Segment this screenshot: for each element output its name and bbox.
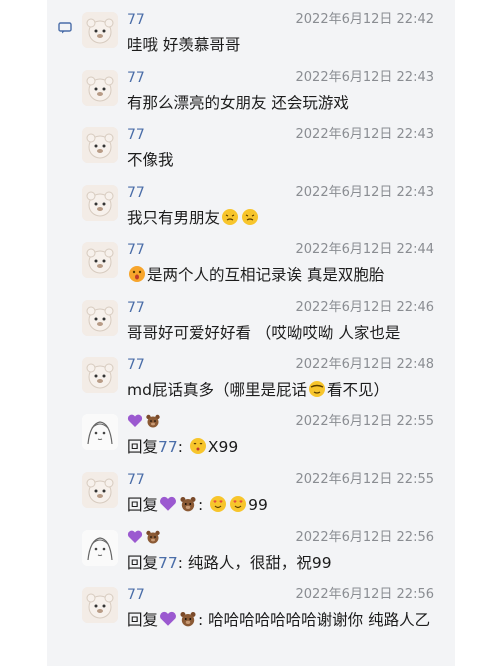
- bear-avatar-icon: [82, 472, 118, 508]
- message-text-part: : 哈哈哈哈哈哈哈谢谢你 纯路人乙: [198, 611, 431, 629]
- avatar[interactable]: [82, 530, 118, 566]
- avatar[interactable]: [82, 300, 118, 336]
- purple-heart-icon: [127, 530, 143, 543]
- message-text: 是两个人的互相记录诶 真是双胞胎: [127, 264, 435, 286]
- purple-heart-icon: [160, 496, 176, 511]
- message-text: 回复77: X99: [127, 436, 435, 458]
- message-text-part: X99: [207, 438, 239, 456]
- message-text: 有那么漂亮的女朋友 还会玩游戏: [127, 94, 349, 112]
- message-text-part: md屁话真多（哪里是屁话: [127, 381, 307, 399]
- heart-eyes-emoji-icon: [230, 496, 247, 512]
- timestamp: 2022年6月12日 22:42: [295, 12, 435, 27]
- tired-face-emoji-icon: [222, 209, 239, 225]
- message-text: 回复: 99: [127, 494, 435, 516]
- sender-name[interactable]: 77: [127, 127, 145, 143]
- kissing-face-emoji-icon: [189, 438, 206, 454]
- avatar[interactable]: [82, 70, 118, 106]
- bear-avatar-icon: [82, 70, 118, 106]
- bear-face-icon: [180, 497, 196, 512]
- sender-name[interactable]: 77: [127, 300, 145, 316]
- heart-eyes-emoji-icon: [210, 496, 227, 512]
- timestamp: 2022年6月12日 22:55: [295, 414, 435, 429]
- timestamp: 2022年6月12日 22:48: [295, 357, 435, 372]
- bear-avatar-icon: [82, 357, 118, 393]
- avatar[interactable]: [82, 242, 118, 278]
- purple-heart-icon: [127, 414, 143, 427]
- bear-face-icon: [146, 414, 160, 428]
- timestamp: 2022年6月12日 22:46: [295, 300, 435, 315]
- avatar[interactable]: [82, 587, 118, 623]
- bear-face-icon: [146, 530, 160, 544]
- tired-face-emoji-icon: [242, 209, 259, 225]
- sender-name[interactable]: 77: [127, 357, 145, 373]
- message-text-part: :: [198, 496, 209, 514]
- message-text-part: : 纯路人，很甜，祝99: [177, 554, 332, 572]
- sender-name[interactable]: 77: [127, 472, 145, 488]
- shocked-face-emoji-icon: [129, 266, 145, 282]
- reply-prefix: 回复: [127, 496, 159, 514]
- anime-sketch-avatar-icon: [82, 530, 118, 566]
- avatar[interactable]: [82, 127, 118, 163]
- timestamp: 2022年6月12日 22:44: [295, 242, 435, 257]
- message-text: md屁话真多（哪里是屁话 看不见）: [127, 379, 435, 401]
- sender-name[interactable]: 77: [127, 242, 145, 258]
- message-text: 我只有男朋友: [127, 207, 435, 229]
- reply-prefix: 回复: [127, 554, 159, 572]
- bear-avatar-icon: [82, 300, 118, 336]
- avatar[interactable]: [82, 357, 118, 393]
- message-text: 不像我: [127, 151, 174, 169]
- covering-eyes-emoji-icon: [308, 381, 325, 397]
- message-text: 哇哦 好羡慕哥哥: [127, 36, 241, 54]
- mention-link[interactable]: 77: [158, 554, 178, 572]
- avatar[interactable]: [82, 414, 118, 450]
- sender-name[interactable]: 77: [127, 185, 145, 201]
- sender-badges: [127, 530, 163, 546]
- bear-avatar-icon: [82, 242, 118, 278]
- comment-icon[interactable]: [58, 22, 72, 34]
- message-text: 哥哥好可爱好好看 （哎呦哎呦 人家也是: [127, 324, 401, 342]
- bear-avatar-icon: [82, 12, 118, 48]
- bear-avatar-icon: [82, 185, 118, 221]
- reply-prefix: 回复: [127, 438, 159, 456]
- purple-heart-icon: [160, 611, 176, 626]
- timestamp: 2022年6月12日 22:56: [295, 530, 435, 545]
- avatar[interactable]: [82, 472, 118, 508]
- bear-avatar-icon: [82, 127, 118, 163]
- timestamp: 2022年6月12日 22:43: [295, 185, 435, 200]
- message-text-part: 99: [248, 496, 268, 514]
- message-text-part: 是两个人的互相记录诶 真是双胞胎: [147, 266, 385, 284]
- anime-sketch-avatar-icon: [82, 414, 118, 450]
- sender-name[interactable]: 77: [127, 12, 145, 28]
- bear-avatar-icon: [82, 587, 118, 623]
- reply-prefix: 回复: [127, 611, 159, 629]
- sender-name[interactable]: 77: [127, 70, 145, 86]
- timestamp: 2022年6月12日 22:43: [295, 127, 435, 142]
- timestamp: 2022年6月12日 22:43: [295, 70, 435, 85]
- bear-face-icon: [180, 612, 196, 627]
- message-text: 回复77: 纯路人，很甜，祝99: [127, 552, 435, 574]
- avatar[interactable]: [82, 12, 118, 48]
- timestamp: 2022年6月12日 22:55: [295, 472, 435, 487]
- message-text-part: :: [177, 438, 188, 456]
- mention-link[interactable]: 77: [158, 438, 178, 456]
- message-text-part: 看不见）: [326, 381, 389, 399]
- sender-badges: [127, 414, 163, 430]
- timestamp: 2022年6月12日 22:56: [295, 587, 435, 602]
- message-text: 回复 : 哈哈哈哈哈哈哈谢谢你 纯路人乙: [127, 609, 435, 631]
- avatar[interactable]: [82, 185, 118, 221]
- sender-name[interactable]: 77: [127, 587, 145, 603]
- message-text-part: 我只有男朋友: [127, 209, 221, 227]
